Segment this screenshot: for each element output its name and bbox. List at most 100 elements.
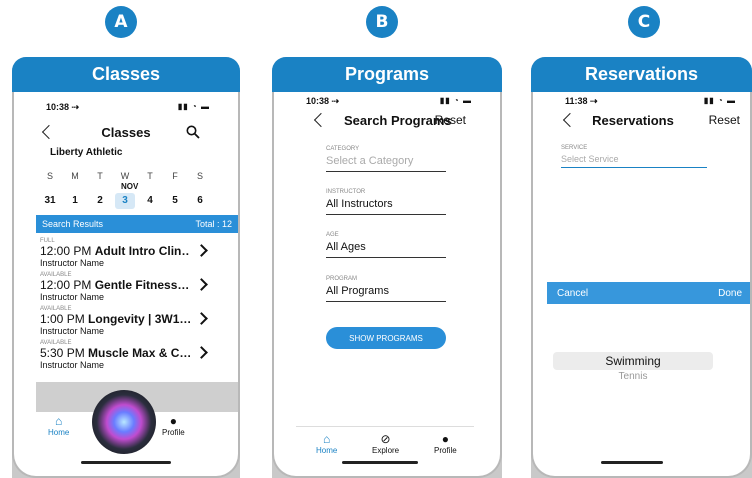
phone-screen: 10:38 ⇢ ▮▮ ◔ ▬ Classes Liberty Athletic … — [12, 92, 240, 478]
results-total: Total : 12 — [195, 219, 232, 229]
card-title: Reservations — [531, 57, 752, 92]
home-indicator — [81, 461, 171, 464]
calendar-month: NOV — [121, 182, 139, 191]
label-b-badge: B — [366, 6, 398, 38]
home-indicator — [342, 461, 418, 464]
category-field[interactable]: CATEGORY Select a Category — [326, 146, 446, 172]
card-title: Classes — [12, 57, 240, 92]
tab-home-label: Home — [316, 446, 338, 455]
reset-button[interactable]: Reset — [435, 113, 466, 127]
home-icon: ⌂ — [323, 432, 331, 446]
phone-screen: 11:38 ⇢ ▮▮ ◔ ▬ Reservations Reset SERVIC… — [531, 92, 752, 478]
picker-toolbar: Cancel Done — [547, 282, 750, 304]
calendar-date[interactable]: 31 — [40, 193, 60, 209]
class-name: Longevity | 3W1… — [88, 312, 190, 326]
class-name: Muscle Max & C… — [88, 346, 190, 360]
class-name: Gentle Fitness… — [94, 278, 190, 292]
picker-selected-option[interactable]: Swimming — [553, 352, 713, 370]
status-time: 10:38 ⇢ — [46, 102, 80, 112]
class-time: 12:00 PM — [40, 278, 92, 292]
class-list-item[interactable]: AVAILABLE 1:00 PM Longevity | 3W1… Instr… — [40, 306, 212, 336]
programs-card: Programs 10:38 ⇢ ▮▮ ◔ ▬ Search Programs … — [272, 57, 502, 478]
page-title: Classes — [101, 124, 151, 140]
tab-profile[interactable]: ● Profile — [434, 432, 457, 455]
profile-avatar-icon: ● — [169, 414, 177, 428]
home-icon: ⌂ — [55, 414, 63, 428]
calendar-dates: 31 1 2 3 4 5 6 — [40, 193, 210, 209]
weekday: T — [147, 171, 153, 181]
status-icons: ▮▮ ◔ ▬ — [703, 96, 736, 105]
chevron-right-icon[interactable] — [195, 312, 208, 325]
tab-profile[interactable]: ● Profile — [162, 414, 185, 437]
class-time: 5:30 PM — [40, 346, 85, 360]
field-value: Select a Category — [326, 155, 414, 167]
results-bar: Search Results Total : 12 — [36, 215, 238, 233]
venue-name: Liberty Athletic — [50, 147, 123, 158]
phone-screen: 10:38 ⇢ ▮▮ ◔ ▬ Search Programs Reset CAT… — [272, 92, 502, 478]
status-icons: ▮▮ ◔ ▬ — [177, 102, 210, 111]
label-c-badge: C — [628, 6, 660, 38]
label-a-badge: A — [105, 6, 137, 38]
weekday: F — [172, 171, 178, 181]
profile-avatar-icon: ● — [441, 432, 449, 446]
calendar-date-selected[interactable]: 3 — [115, 193, 135, 209]
class-time: 1:00 PM — [40, 312, 85, 326]
nav-bar: Search Programs Reset — [274, 110, 500, 130]
tab-explore-label: Explore — [372, 446, 400, 455]
status-bar: 10:38 ⇢ ▮▮ ◔ ▬ — [274, 96, 500, 110]
weekday: S — [196, 171, 203, 181]
status-time: 10:38 ⇢ — [306, 96, 340, 106]
show-programs-button[interactable]: SHOW PROGRAMS — [326, 327, 446, 349]
tab-home-label: Home — [48, 428, 70, 437]
home-indicator — [601, 461, 663, 464]
calendar-date[interactable]: 1 — [65, 193, 85, 209]
calendar-date[interactable]: 2 — [90, 193, 110, 209]
page-title: Reservations — [592, 112, 674, 128]
calendar-date[interactable]: 5 — [165, 193, 185, 209]
tab-explore[interactable]: ⊘ Explore — [372, 432, 399, 455]
tab-profile-label: Profile — [434, 446, 457, 455]
card-title: Programs — [272, 57, 502, 92]
weekday: M — [71, 171, 79, 181]
age-field[interactable]: AGE All Ages — [326, 232, 446, 258]
service-field[interactable]: SERVICE Select Service — [561, 145, 707, 168]
calendar-date[interactable]: 4 — [140, 193, 160, 209]
status-bar: 11:38 ⇢ ▮▮ ◔ ▬ — [533, 96, 750, 110]
classes-card: Classes 10:38 ⇢ ▮▮ ◔ ▬ Classes Liberty A… — [12, 57, 240, 478]
instructor-field[interactable]: INSTRUCTOR All Instructors — [326, 189, 446, 215]
weekday: T — [97, 171, 103, 181]
calendar-date[interactable]: 6 — [190, 193, 210, 209]
tab-home[interactable]: ⌂ Home — [316, 432, 337, 455]
reset-button[interactable]: Reset — [709, 113, 740, 127]
reservations-card: Reservations 11:38 ⇢ ▮▮ ◔ ▬ Reservations… — [531, 57, 752, 478]
class-name: Adult Intro Clin… — [94, 244, 190, 258]
calendar-weekdays: S M T W T F S — [40, 171, 210, 181]
compass-icon: ⊘ — [380, 432, 391, 446]
nav-bar: Classes — [14, 122, 238, 142]
chevron-right-icon[interactable] — [195, 278, 208, 291]
field-value: All Programs — [326, 285, 389, 297]
class-instructor: Instructor Name — [40, 292, 105, 302]
tab-profile-label: Profile — [162, 428, 185, 437]
class-time: 12:00 PM — [40, 244, 92, 258]
status-icons: ▮▮ ◔ ▬ — [439, 96, 472, 105]
search-icon[interactable] — [186, 125, 200, 139]
class-instructor: Instructor Name — [40, 326, 105, 336]
status-bar: 10:38 ⇢ ▮▮ ◔ ▬ — [14, 102, 238, 116]
cancel-button[interactable]: Cancel — [557, 288, 588, 299]
done-button[interactable]: Done — [718, 288, 742, 299]
siri-orb-icon — [92, 390, 156, 454]
tab-home[interactable]: ⌂ Home — [48, 414, 69, 437]
class-instructor: Instructor Name — [40, 360, 105, 370]
class-list-item[interactable]: AVAILABLE 5:30 PM Muscle Max & C… Instru… — [40, 340, 212, 370]
program-field[interactable]: PROGRAM All Programs — [326, 276, 446, 302]
chevron-right-icon[interactable] — [195, 346, 208, 359]
service-input[interactable]: Select Service — [561, 151, 707, 167]
nav-bar: Reservations Reset — [533, 110, 750, 130]
class-list-item[interactable]: FULL 12:00 PM Adult Intro Clin… Instruct… — [40, 238, 212, 268]
field-value: All Instructors — [326, 198, 393, 210]
class-list-item[interactable]: AVAILABLE 12:00 PM Gentle Fitness… Instr… — [40, 272, 212, 302]
chevron-right-icon[interactable] — [195, 244, 208, 257]
picker-option[interactable]: Tennis — [553, 371, 713, 382]
weekday: S — [46, 171, 53, 181]
